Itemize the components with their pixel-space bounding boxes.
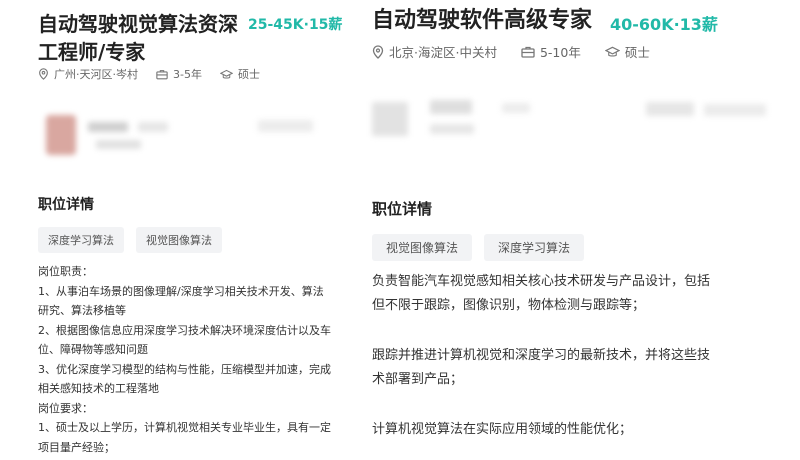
- job-meta: 广州·天河区·岑村 3-5年 硕士: [38, 66, 278, 82]
- description-line: 项目量产经验；: [38, 440, 115, 454]
- recruiter-title: [430, 124, 474, 134]
- skill-tag[interactable]: 视觉图像算法: [136, 227, 222, 253]
- recruiter-avatar[interactable]: [372, 102, 408, 136]
- section-title: 职位详情: [38, 197, 94, 213]
- job-description: 负责智能汽车视觉感知相关核心技术研发与产品设计，包括 但不限于跟踪，图像识别，物…: [372, 270, 792, 442]
- education-text: 硕士: [624, 45, 650, 60]
- recruiter-company: [258, 120, 313, 132]
- education-info: 硕士: [219, 66, 260, 82]
- briefcase-icon: [521, 46, 535, 58]
- location-text: 北京·海淀区·中关村: [389, 45, 497, 60]
- description-line: 1、从事泊车场景的图像理解/深度学习相关技术开发、算法: [38, 284, 324, 298]
- location-pin-icon: [372, 44, 384, 59]
- description-line: 研究、算法移植等: [38, 304, 126, 317]
- recruiter-name: [430, 100, 472, 114]
- skill-tag[interactable]: 深度学习算法: [484, 234, 585, 261]
- description-line: 计算机视觉算法在实际应用领域的性能优化；: [372, 422, 633, 437]
- education-info: 硕士: [604, 42, 650, 61]
- job-title[interactable]: 自动驾驶视觉算法资深 工程师/专家: [38, 10, 240, 66]
- skill-tags: 视觉图像算法 深度学习算法: [372, 234, 585, 261]
- recruiter-avatar[interactable]: [46, 115, 76, 155]
- recruiter-status: [502, 103, 530, 113]
- job-card-right[interactable]: 自动驾驶软件高级专家 40-60K·13薪 北京·海淀区·中关村 5-10年 硕…: [352, 0, 800, 460]
- description-line: 但不限于跟踪，图像识别，物体检测与跟踪等；: [372, 298, 646, 313]
- recruiter-title: [96, 140, 141, 149]
- job-card-left[interactable]: 自动驾驶视觉算法资深 工程师/专家 25-45K·15薪 广州·天河区·岑村 3…: [0, 0, 350, 460]
- recruiter-company-extra: [704, 104, 766, 116]
- description-line: 位、障碍物等感知问题: [38, 343, 148, 356]
- description-line: 术部署到产品；: [372, 372, 464, 387]
- experience-info: 5-10年: [521, 42, 581, 61]
- graduation-cap-icon: [219, 69, 233, 78]
- experience-text: 5-10年: [539, 45, 581, 60]
- location-info: 北京·海淀区·中关村: [372, 42, 497, 61]
- description-line: [372, 392, 792, 418]
- salary-label: 40-60K·13薪: [610, 15, 718, 34]
- skill-tag[interactable]: 视觉图像算法: [372, 234, 473, 261]
- experience-text: 3-5年: [173, 68, 202, 81]
- description-line: 相关感知技术的工程落地: [38, 382, 159, 395]
- location-info: 广州·天河区·岑村: [38, 66, 138, 82]
- description-line: 岗位要求：: [38, 401, 93, 415]
- job-title[interactable]: 自动驾驶软件高级专家: [372, 6, 592, 36]
- recruiter-name-extra: [138, 122, 168, 132]
- education-text: 硕士: [237, 68, 260, 81]
- job-title-line-2: 工程师/专家: [38, 40, 146, 64]
- job-description: 岗位职责： 1、从事泊车场景的图像理解/深度学习相关技术开发、算法 研究、算法移…: [38, 262, 348, 457]
- graduation-cap-icon: [604, 46, 620, 57]
- description-line: 3、优化深度学习模型的结构与性能，压缩模型并加速，完成: [38, 362, 331, 376]
- recruiter-name: [88, 122, 128, 132]
- description-line: 2、根据图像信息应用深度学习技术解决环境深度估计以及车: [38, 323, 331, 337]
- salary-label: 25-45K·15薪: [248, 17, 343, 33]
- job-meta: 北京·海淀区·中关村 5-10年 硕士: [372, 42, 668, 61]
- description-line: 跟踪并推进计算机视觉和深度学习的最新技术，并将这些技: [372, 348, 711, 363]
- section-title: 职位详情: [372, 200, 433, 218]
- briefcase-icon: [156, 69, 168, 79]
- description-line: 岗位职责：: [38, 265, 93, 278]
- description-line: 1、硕士及以上学历，计算机视觉相关专业毕业生，具有一定: [38, 421, 331, 434]
- job-header: 自动驾驶视觉算法资深 工程师/专家 25-45K·15薪: [38, 10, 348, 66]
- location-text: 广州·天河区·岑村: [54, 68, 138, 81]
- recruiter-company: [646, 102, 694, 116]
- description-line: [372, 318, 792, 344]
- job-header: 自动驾驶软件高级专家 40-60K·13薪: [372, 6, 792, 36]
- description-line: 负责智能汽车视觉感知相关核心技术研发与产品设计，包括: [372, 274, 711, 289]
- skill-tag[interactable]: 深度学习算法: [38, 227, 124, 253]
- location-pin-icon: [39, 68, 48, 80]
- skill-tags: 深度学习算法 视觉图像算法: [38, 227, 222, 253]
- job-title-line-1: 自动驾驶视觉算法资深: [38, 12, 238, 36]
- experience-info: 3-5年: [156, 66, 202, 82]
